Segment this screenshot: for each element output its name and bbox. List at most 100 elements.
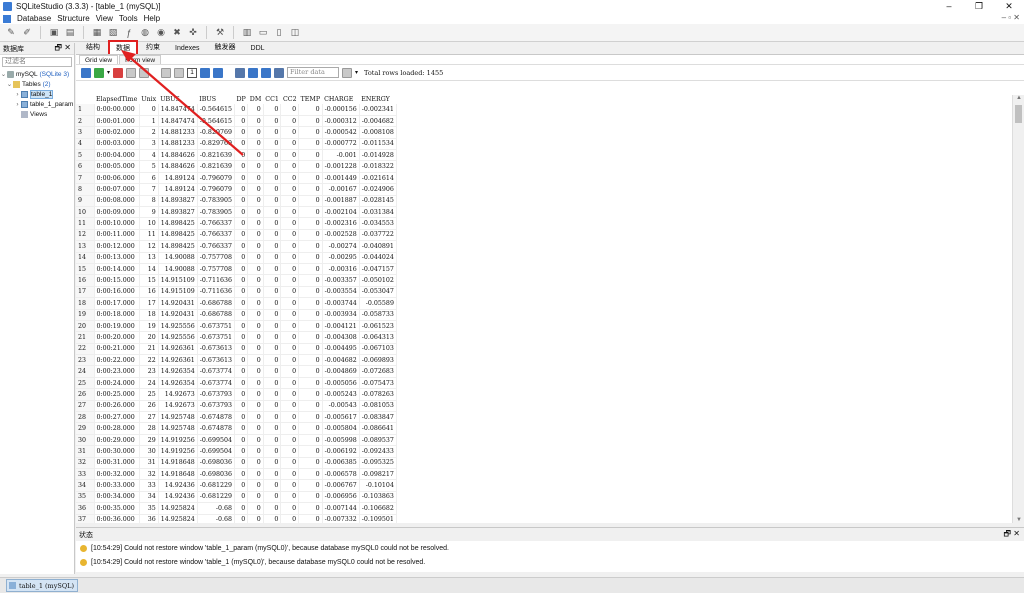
grid-cell[interactable]: 0 bbox=[234, 286, 249, 299]
import-icon[interactable]: ✖ bbox=[170, 26, 184, 40]
grid-cell[interactable]: 0:00:34.000 bbox=[94, 491, 140, 504]
grid-vertical-scrollbar[interactable]: ▲ ▼ bbox=[1012, 95, 1024, 523]
grid-cell[interactable]: 0 bbox=[298, 388, 323, 401]
grid-cell[interactable]: 0 bbox=[247, 320, 264, 333]
row-number[interactable]: 13 bbox=[76, 240, 95, 253]
grid-cell[interactable]: 14.926361 bbox=[158, 354, 198, 367]
grid-cell[interactable]: 14 bbox=[139, 263, 159, 276]
grid-cell[interactable]: 0:00:02.000 bbox=[94, 126, 140, 139]
grid-cell[interactable]: 0 bbox=[247, 104, 264, 116]
grid-cell[interactable]: 0 bbox=[247, 172, 264, 185]
dock-filter-input[interactable]: 过滤名 bbox=[2, 57, 72, 67]
grid-cell[interactable]: 0 bbox=[247, 183, 264, 196]
grid-cell[interactable]: 14.925556 bbox=[158, 331, 198, 344]
grid-cell[interactable]: 0:00:05.000 bbox=[94, 160, 140, 173]
grid-cell[interactable]: 14.918648 bbox=[158, 468, 198, 481]
grid-cell[interactable]: 0:00:03.000 bbox=[94, 138, 140, 151]
grid-cell[interactable]: -0.004121 bbox=[322, 320, 360, 333]
filter-data-input[interactable]: Filter data bbox=[287, 67, 340, 78]
grid-cell[interactable]: -0.031384 bbox=[359, 206, 397, 219]
grid-cell[interactable]: -0.021614 bbox=[359, 172, 397, 185]
grid-cell[interactable]: 35 bbox=[139, 502, 159, 515]
grid-cell[interactable]: 0 bbox=[247, 343, 264, 356]
grid-cell[interactable]: 0 bbox=[234, 229, 249, 242]
grid-cell[interactable]: -0.001887 bbox=[322, 195, 360, 208]
table-row[interactable]: 1 0:00:00.000 0 14.847474 -0.564615 0 0 0 0 0 -0.0… bbox=[76, 104, 397, 116]
column-header[interactable]: TEMP bbox=[298, 95, 323, 104]
table-row[interactable]: 22 0:00:21.000 21 14.926361 -0.673613 0 0 0 0 0 -0… bbox=[76, 343, 397, 356]
tab-structure[interactable]: 结构 bbox=[79, 40, 107, 54]
grid-cell[interactable]: 0 bbox=[263, 297, 282, 310]
import-data-icon[interactable] bbox=[248, 67, 259, 78]
grid-cell[interactable]: 36 bbox=[139, 514, 159, 523]
grid-cell[interactable]: 0 bbox=[298, 309, 323, 321]
grid-cell[interactable]: 14.925824 bbox=[158, 502, 198, 515]
add-database-icon[interactable]: ▣ bbox=[47, 26, 61, 40]
column-header[interactable]: UBUS bbox=[158, 95, 198, 104]
grid-cell[interactable]: 0 bbox=[234, 457, 249, 470]
grid-cell[interactable]: 18 bbox=[139, 309, 159, 321]
grid-cell[interactable]: 0 bbox=[263, 468, 282, 481]
grid-cell[interactable]: 0 bbox=[247, 297, 264, 310]
row-number[interactable]: 14 bbox=[76, 252, 95, 264]
grid-cell[interactable]: 0 bbox=[234, 126, 249, 139]
grid-cell[interactable]: 14.925824 bbox=[158, 514, 198, 523]
row-number[interactable]: 31 bbox=[76, 445, 95, 458]
grid-cell[interactable]: -0.796079 bbox=[197, 172, 235, 185]
grid-cell[interactable]: 14.90088 bbox=[158, 252, 198, 264]
grid-cell[interactable]: -0.072683 bbox=[359, 365, 397, 378]
grid-cell[interactable]: -0.000312 bbox=[322, 115, 360, 128]
grid-cell[interactable]: -0.018322 bbox=[359, 160, 397, 173]
menu-help[interactable]: Help bbox=[144, 14, 160, 23]
commit-icon[interactable] bbox=[126, 67, 137, 78]
sql-editor-icon[interactable]: ▦ bbox=[90, 26, 104, 40]
grid-cell[interactable]: 0:00:31.000 bbox=[94, 457, 140, 470]
table-row[interactable]: 32 0:00:31.000 31 14.918648 -0.698036 0 0 0 0 0 -0… bbox=[76, 457, 397, 470]
grid-cell[interactable]: 0 bbox=[280, 343, 300, 356]
menu-database[interactable]: Database bbox=[17, 14, 51, 23]
grid-cell[interactable]: -0.083847 bbox=[359, 411, 397, 424]
grid-cell[interactable]: 14.893827 bbox=[158, 195, 198, 208]
grid-cell[interactable]: 0 bbox=[298, 434, 323, 447]
cascade-icon[interactable]: ◫ bbox=[288, 26, 302, 40]
row-number[interactable]: 22 bbox=[76, 343, 95, 356]
table-row[interactable]: 2 0:00:01.000 1 14.847474 -0.564615 0 0 0 0 0 -0.0… bbox=[76, 115, 397, 128]
row-number[interactable]: 27 bbox=[76, 400, 95, 413]
rollback-icon[interactable] bbox=[139, 67, 150, 78]
grid-cell[interactable]: 0 bbox=[139, 104, 159, 116]
grid-cell[interactable]: -0.699504 bbox=[197, 445, 235, 458]
grid-cell[interactable]: -0.058733 bbox=[359, 309, 397, 321]
grid-cell[interactable]: 0:00:19.000 bbox=[94, 320, 140, 333]
grid-cell[interactable]: 0 bbox=[263, 377, 282, 390]
row-number[interactable]: 25 bbox=[76, 377, 95, 390]
grid-cell[interactable]: 0 bbox=[234, 422, 249, 435]
grid-cell[interactable]: 0 bbox=[280, 434, 300, 447]
grid-cell[interactable]: 0:00:23.000 bbox=[94, 365, 140, 378]
row-number[interactable]: 15 bbox=[76, 263, 95, 276]
table-row[interactable]: 30 0:00:29.000 29 14.919256 -0.699504 0 0 0 0 0 -0… bbox=[76, 434, 397, 447]
grid-cell[interactable]: -0.783905 bbox=[197, 206, 235, 219]
row-number[interactable]: 18 bbox=[76, 297, 95, 310]
grid-cell[interactable]: 0 bbox=[263, 514, 282, 523]
grid-cell[interactable]: -0.061523 bbox=[359, 320, 397, 333]
grid-cell[interactable]: 0 bbox=[247, 354, 264, 367]
grid-cell[interactable]: -0.673774 bbox=[197, 365, 235, 378]
row-number[interactable]: 17 bbox=[76, 286, 95, 299]
grid-cell[interactable]: 0 bbox=[280, 149, 300, 162]
grid-cell[interactable]: -0.001449 bbox=[322, 172, 360, 185]
grid-cell[interactable]: 0 bbox=[280, 457, 300, 470]
grid-cell[interactable]: 0 bbox=[234, 354, 249, 367]
grid-cell[interactable]: -0.069893 bbox=[359, 354, 397, 367]
grid-cell[interactable]: 0 bbox=[247, 115, 264, 128]
grid-cell[interactable]: 15 bbox=[139, 274, 159, 287]
grid-cell[interactable]: 0 bbox=[298, 468, 323, 481]
row-number[interactable]: 26 bbox=[76, 388, 95, 401]
grid-cell[interactable]: 29 bbox=[139, 434, 159, 447]
grid-cell[interactable]: 13 bbox=[139, 252, 159, 264]
grid-cell[interactable]: 0 bbox=[298, 126, 323, 139]
grid-cell[interactable]: -0.005804 bbox=[322, 422, 360, 435]
grid-cell[interactable]: 0 bbox=[280, 502, 300, 515]
status-controls[interactable]: 🗗 ✕ bbox=[1004, 528, 1020, 542]
grid-cell[interactable]: -0.000156 bbox=[322, 104, 360, 116]
grid-cell[interactable]: 0 bbox=[247, 365, 264, 378]
